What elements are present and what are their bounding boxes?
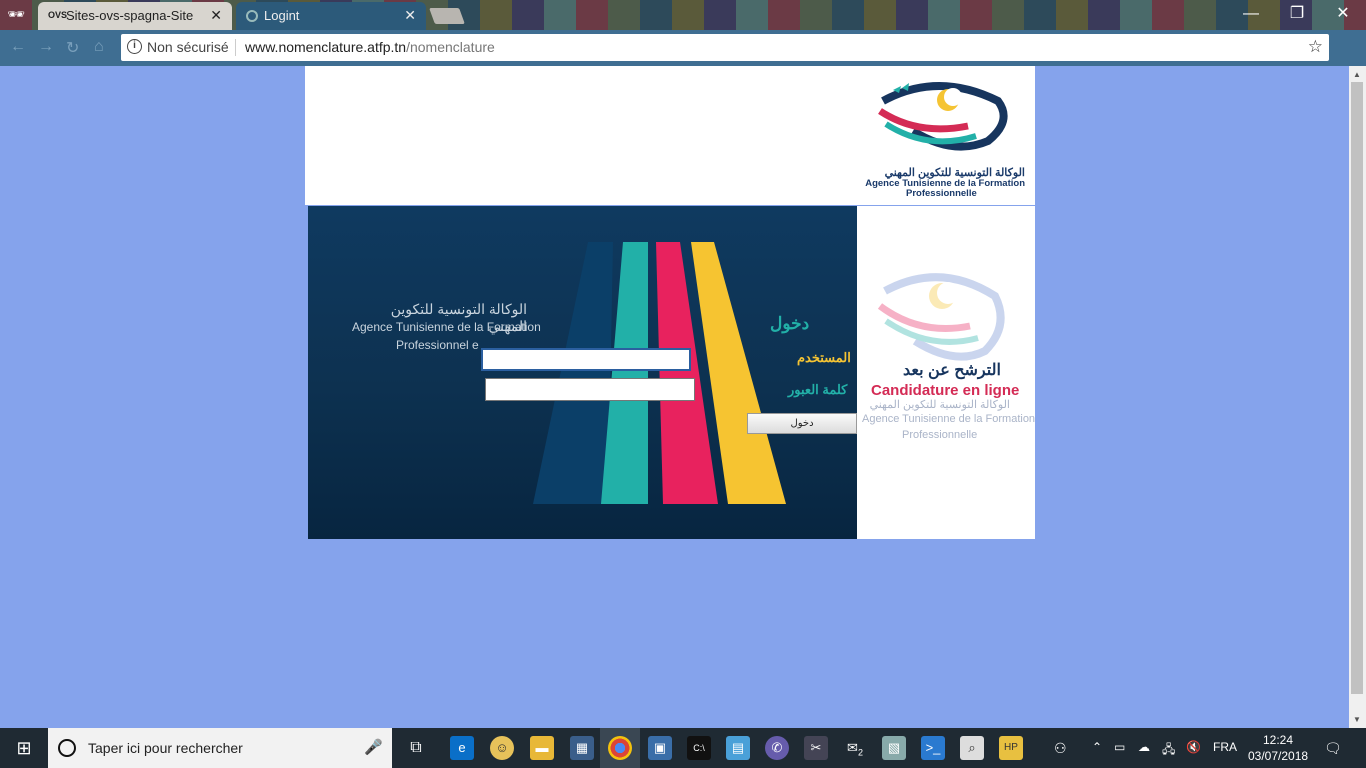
faded-arabic-text: الوكالة التونسية للتكوين المهني [869,399,1010,411]
snipping-tool-icon[interactable]: ✂ [804,736,828,760]
username-label: المستخدم [797,350,851,365]
info-icon[interactable]: i [127,39,142,54]
notifications-icon[interactable]: 🗨 [1324,740,1342,757]
atfp-logo-icon [878,82,1008,151]
password-label: كلمة العبور [788,382,848,397]
clock-time: 12:24 [1262,733,1294,747]
browser-titlebar: 🕶 OVS Sites-ovs-spagna-Site ✕ Logint ✕ —… [0,0,1366,30]
login-button[interactable]: دخول [747,413,857,434]
microphone-icon[interactable]: 🎤 [364,738,383,756]
url-host: www.nomenclature.atfp.tn [245,39,407,55]
panel-french-line2: Professionnel e [396,338,479,352]
sysinfo-icon[interactable]: ▤ [726,736,750,760]
close-window-button[interactable]: ✕ [1320,0,1366,30]
search-tool-icon[interactable]: ⌕ [960,736,984,760]
remote-desktop-icon[interactable]: ▣ [648,736,672,760]
password-input[interactable] [485,378,695,401]
tray-chevron-icon[interactable]: ⌃ [1092,740,1102,754]
minimize-button[interactable]: — [1228,0,1274,30]
terminal-icon[interactable]: C:\ [687,736,711,760]
file-explorer-icon[interactable]: ▬ [530,736,554,760]
login-title: دخول [770,314,810,333]
battery-icon[interactable]: ▭ [1114,740,1125,754]
decorative-stripes [533,242,786,504]
candidature-arabic-title[interactable]: الترشح عن بعد [903,360,1001,380]
onedrive-icon[interactable]: ☁ [1138,740,1150,754]
cortana-icon [58,739,76,757]
people-icon[interactable]: ⚇ [1054,740,1067,757]
task-view-icon[interactable]: ⧉ [404,736,428,760]
language-indicator[interactable]: FRA [1213,740,1237,754]
url-text[interactable]: www.nomenclature.atfp.tn/nomenclature [245,39,495,55]
reload-icon[interactable]: ↻ [66,38,79,58]
ovs-favicon-icon: OVS [48,10,68,20]
panel-french-line1: Agence Tunisienne de la Formation [352,320,541,334]
faded-french-line1: Agence Tunisienne de la Formation [862,413,1036,425]
tab-label: Sites-ovs-spagna-Site [66,8,194,23]
login-panel: الوكالة التونسية للتكوين المهني Agence T… [308,206,857,539]
photo-viewer-icon[interactable]: ▧ [882,736,906,760]
address-bar[interactable]: i Non sécurisé www.nomenclature.atfp.tn/… [121,34,1329,61]
page-scrollbar[interactable]: ▲ ▼ [1349,66,1366,728]
address-divider [235,39,236,56]
logo-french-line2: Professionnelle [906,188,977,199]
windows-taskbar: ⊞ Taper ici pour rechercher 🎤 ⧉ e ☺ ▬ ▦ … [0,728,1366,768]
new-tab-button[interactable] [429,8,465,24]
home-icon[interactable]: ⌂ [94,38,104,56]
security-label[interactable]: Non sécurisé [147,39,229,55]
volume-muted-icon[interactable]: 🔇 [1186,740,1201,754]
candidature-link[interactable]: الوكالة التونسية للتكوين المهني Agence T… [860,266,1035,446]
loading-favicon-icon [246,10,258,22]
network-icon[interactable]: 🖧 [1162,740,1175,761]
viber-icon[interactable]: ✆ [765,736,789,760]
taskbar-search-box[interactable]: Taper ici pour rechercher 🎤 [48,728,392,768]
faded-french-line2: Professionnelle [902,429,978,441]
back-arrow-icon[interactable]: ← [10,38,26,56]
tab-logint[interactable]: Logint ✕ [236,2,426,30]
scroll-thumb[interactable] [1351,82,1363,694]
tab-label: Logint [264,8,300,23]
powershell-icon[interactable]: >_ [921,736,945,760]
scroll-down-icon[interactable]: ▼ [1353,715,1361,724]
hp-app-icon[interactable]: HP [999,736,1023,760]
username-input[interactable] [481,348,691,371]
candidature-french-title[interactable]: Candidature en ligne [871,382,1019,399]
tab-close-icon[interactable]: ✕ [210,7,222,24]
scroll-up-icon[interactable]: ▲ [1353,70,1361,79]
taskbar-clock[interactable]: 12:24 03/07/2018 [1248,732,1308,764]
store-icon[interactable]: ▦ [570,736,594,760]
tab-ovs-spagna[interactable]: OVS Sites-ovs-spagna-Site ✕ [38,2,232,30]
mail-badge: 2 [857,747,863,758]
maximize-button[interactable]: ❐ [1274,0,1320,30]
edge-icon[interactable]: e [450,736,474,760]
search-placeholder: Taper ici pour rechercher [88,740,243,756]
forward-arrow-icon[interactable]: → [38,38,54,56]
mail-icon[interactable]: ✉2 [843,736,867,760]
atfp-logo: الوكالة التونسية للتكوين المهني Agence T… [858,76,1033,199]
smiley-app-icon[interactable]: ☺ [490,736,514,760]
clock-date: 03/07/2018 [1248,749,1309,763]
chrome-icon[interactable] [608,736,632,760]
start-button[interactable]: ⊞ [0,728,48,768]
bookmark-star-icon[interactable]: ☆ [1308,37,1323,57]
url-path: /nomenclature [406,39,495,55]
incognito-icon: 🕶 [7,6,25,22]
tab-close-icon[interactable]: ✕ [404,7,416,24]
